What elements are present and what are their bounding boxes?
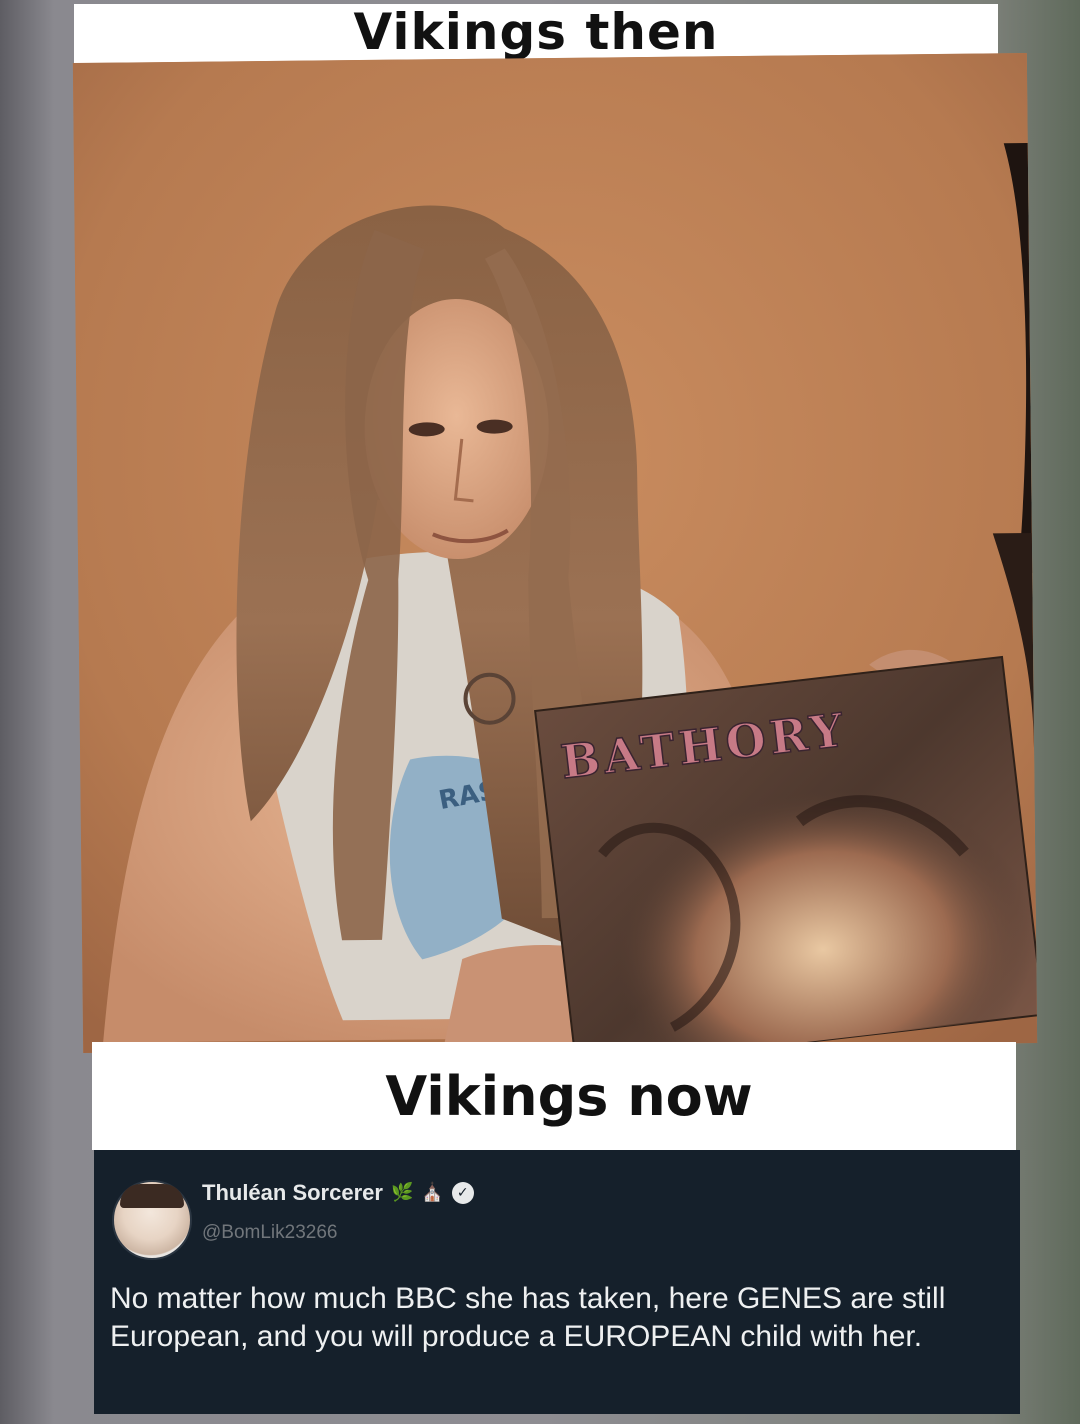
church-icon: ⛪ xyxy=(421,1182,444,1203)
caption-bottom: Vikings now xyxy=(92,1042,1016,1150)
check-badge-icon: ✓ xyxy=(451,1182,474,1204)
avatar[interactable] xyxy=(112,1180,192,1260)
avatar-hair xyxy=(120,1184,184,1208)
leaf-icon: 🌿 xyxy=(390,1182,414,1203)
tweet-display-name[interactable]: Thuléan Sorcerer xyxy=(202,1180,383,1206)
caption-top-text: Vikings then xyxy=(353,3,719,61)
tweet-text: No matter how much BBC she has taken, he… xyxy=(110,1282,946,1353)
tweet-author-row: Thuléan Sorcerer 🌿 ⛪ ✓ xyxy=(202,1180,474,1206)
tweet-card[interactable]: Thuléan Sorcerer 🌿 ⛪ ✓ @BomLik23266 No m… xyxy=(94,1150,1020,1414)
caption-bottom-text: Vikings now xyxy=(385,1064,753,1128)
meme-photo: RASH BATHORY xyxy=(72,53,1038,1053)
tweet-handle[interactable]: @BomLik23266 xyxy=(202,1222,337,1244)
